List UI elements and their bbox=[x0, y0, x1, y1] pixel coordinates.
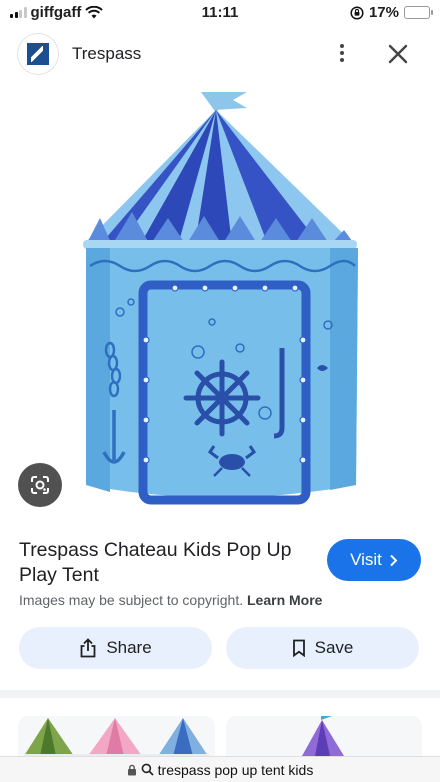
orientation-lock-icon bbox=[350, 5, 364, 20]
bookmark-icon bbox=[292, 639, 305, 657]
more-options-icon[interactable] bbox=[330, 40, 354, 66]
lens-icon bbox=[31, 476, 49, 494]
battery-icon bbox=[404, 6, 433, 19]
result-title[interactable]: Trespass Chateau Kids Pop Up Play Tent bbox=[19, 538, 309, 588]
visit-label: Visit bbox=[350, 550, 382, 569]
share-button[interactable]: Share bbox=[19, 627, 212, 669]
status-right: 17% bbox=[350, 4, 433, 21]
site-logo[interactable] bbox=[18, 34, 58, 74]
address-bar[interactable]: trespass pop up tent kids bbox=[0, 756, 440, 782]
chevron-right-icon bbox=[390, 554, 398, 566]
share-label: Share bbox=[106, 638, 152, 657]
product-image[interactable] bbox=[0, 80, 440, 520]
save-label: Save bbox=[314, 638, 354, 657]
battery-percent: 17% bbox=[368, 4, 399, 21]
lens-search-button[interactable] bbox=[18, 463, 62, 507]
viewer-header: Trespass bbox=[0, 30, 440, 76]
status-bar: giffgaff 11:11 17% bbox=[0, 0, 440, 26]
share-icon bbox=[80, 638, 96, 658]
search-icon bbox=[141, 763, 154, 776]
section-divider bbox=[0, 690, 440, 698]
tent-illustration bbox=[83, 92, 358, 505]
save-button[interactable]: Save bbox=[226, 627, 419, 669]
learn-more-link[interactable]: Learn More bbox=[247, 592, 322, 608]
copyright-notice: Images may be subject to copyright. Lear… bbox=[19, 592, 322, 608]
lock-icon bbox=[127, 764, 136, 775]
visit-button[interactable]: Visit bbox=[327, 539, 421, 581]
close-icon[interactable] bbox=[384, 40, 412, 68]
copyright-text: Images may be subject to copyright. bbox=[19, 592, 244, 608]
site-name[interactable]: Trespass bbox=[72, 44, 141, 64]
url-text: trespass pop up tent kids bbox=[157, 761, 314, 778]
